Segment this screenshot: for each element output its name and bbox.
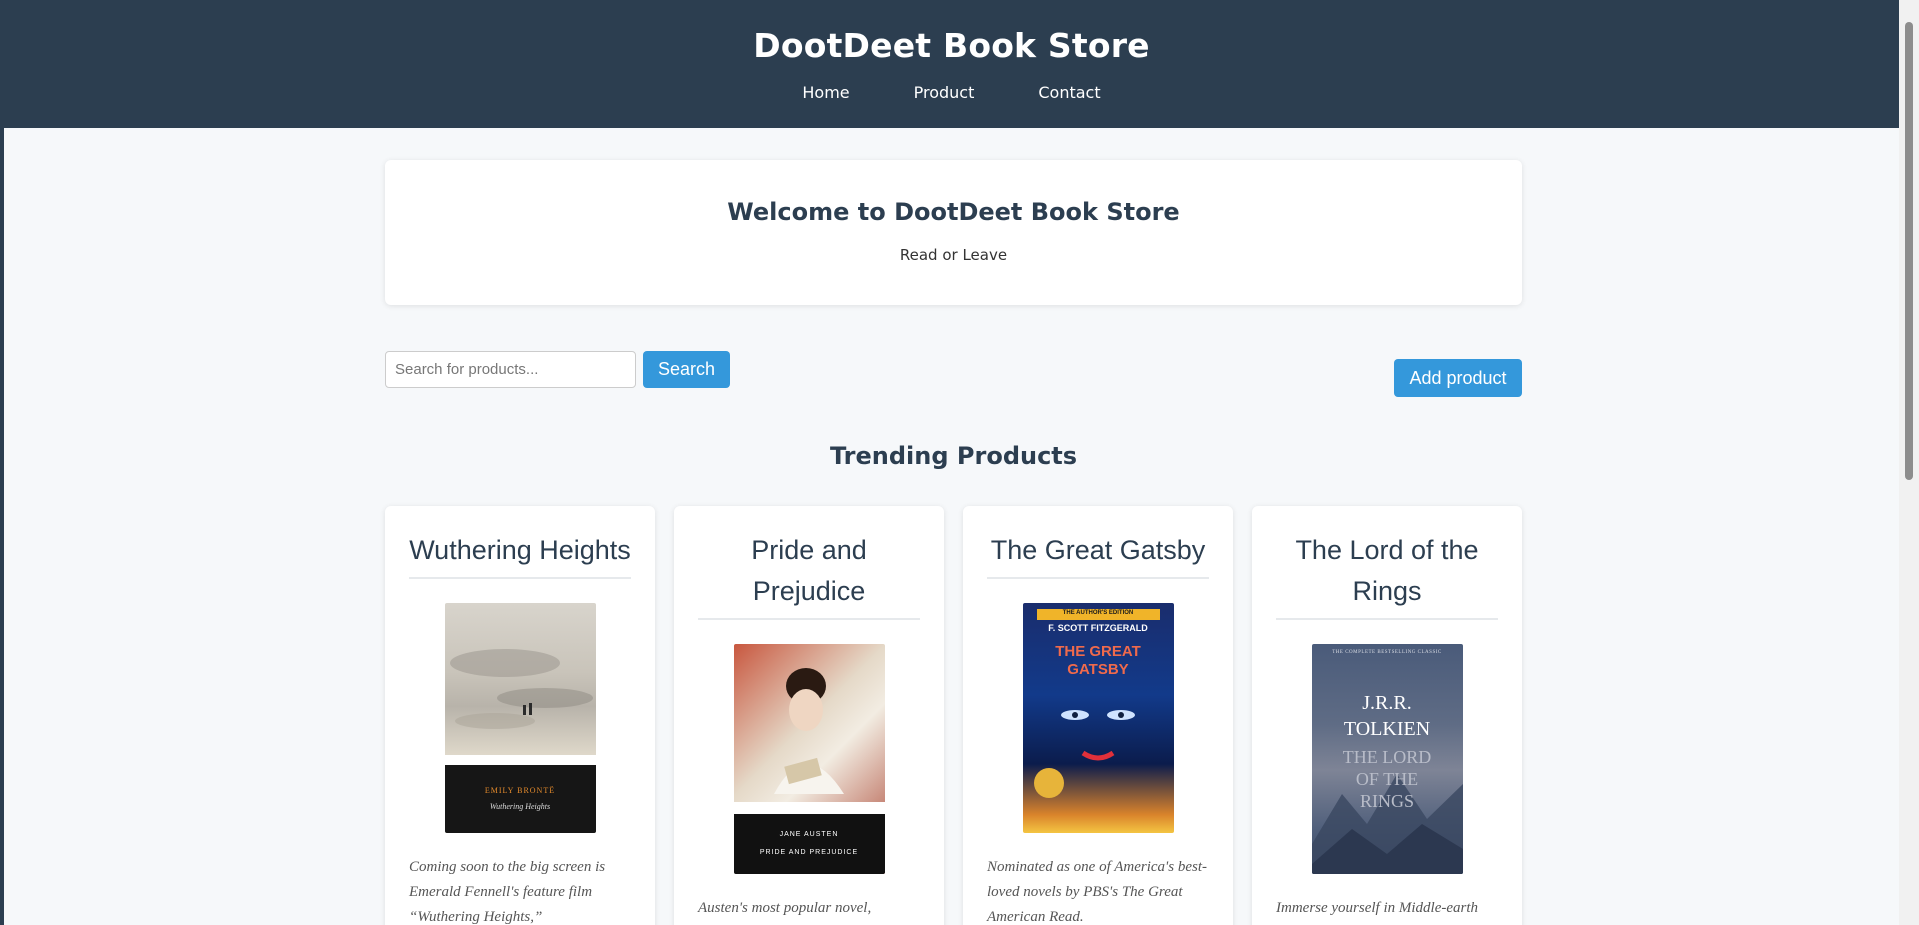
product-description: Austen's most popular novel,	[698, 900, 872, 916]
product-card[interactable]: Wuthering Heights EMILY BRONTË Wuthering…	[385, 506, 655, 925]
book-cover-image: EMILY BRONTË Wuthering Heights	[444, 603, 596, 833]
cover-edition: THE AUTHOR'S EDITION	[1062, 610, 1134, 616]
cover-art	[1033, 609, 1160, 798]
cover-author: J.R.R. TOLKIEN	[1343, 692, 1431, 740]
trending-products-heading: Trending Products	[829, 442, 1078, 470]
product-description: Coming soon to the big screen is Emerald…	[409, 859, 606, 925]
welcome-tagline: Read or Leave	[899, 246, 1008, 264]
search-input[interactable]	[385, 351, 636, 388]
book-cover-image: THE COMPLETE BESTSELLING CLASSIC J.R.R. …	[1311, 644, 1463, 874]
cover-band	[733, 814, 885, 874]
cover-strip	[444, 755, 596, 765]
product-title: Wuthering Heights	[409, 530, 631, 579]
product-card[interactable]: The Lord of the Rings THE COMPLETE BESTS…	[1252, 506, 1522, 925]
cover-author: EMILY BRONTË	[484, 786, 556, 795]
site-title: DootDeet Book Store	[753, 26, 1150, 65]
welcome-title: Welcome to DootDeet Book Store	[727, 198, 1180, 226]
product-title: The Great Gatsby	[987, 530, 1209, 579]
search-button[interactable]: Search	[643, 351, 730, 388]
cover-tagline: THE COMPLETE BESTSELLING CLASSIC	[1332, 650, 1442, 655]
product-card[interactable]: Pride and Prejudice JANE AUSTEN PRIDE AN…	[674, 506, 944, 925]
book-cover-image: THE AUTHOR'S EDITION F. SCOTT FITZGERALD…	[1022, 603, 1174, 833]
cover-author: JANE AUSTEN	[779, 831, 839, 838]
nav-product-link[interactable]: Product	[914, 83, 975, 102]
site-header: DootDeet Book Store Home Product Contact	[4, 2, 1899, 128]
cover-title: PRIDE AND PREJUDICE	[759, 849, 859, 856]
add-product-button[interactable]: Add product	[1394, 359, 1522, 397]
product-description: Immerse yourself in Middle-earth with J.…	[1276, 900, 1479, 916]
product-title: Pride and Prejudice	[698, 530, 920, 620]
nav-home-link[interactable]: Home	[802, 83, 849, 102]
product-title: The Lord of the Rings	[1276, 530, 1498, 620]
book-cover-image: JANE AUSTEN PRIDE AND PREJUDICE	[733, 644, 885, 874]
cover-title: Wuthering Heights	[489, 802, 551, 811]
welcome-card: Welcome to DootDeet Book Store Read or L…	[385, 160, 1522, 305]
cover-strip	[733, 802, 885, 814]
main-nav: Home Product Contact	[4, 83, 1899, 102]
browser-viewport: DootDeet Book Store Home Product Contact…	[4, 2, 1899, 925]
cover-band	[444, 765, 596, 833]
cover-title: THE GREAT GATSBY	[1055, 643, 1141, 678]
product-card[interactable]: The Great Gatsby THE AUTHOR'S EDITION F.…	[963, 506, 1233, 925]
cover-author: F. SCOTT FITZGERALD	[1048, 623, 1148, 633]
cover-title: THE LORD OF THE RINGS	[1342, 747, 1432, 811]
product-description: Nominated as one of America's best-loved…	[987, 859, 1207, 925]
scrollbar-thumb[interactable]	[1905, 22, 1913, 480]
vertical-scrollbar[interactable]	[1899, 0, 1919, 925]
nav-contact-link[interactable]: Contact	[1038, 83, 1100, 102]
